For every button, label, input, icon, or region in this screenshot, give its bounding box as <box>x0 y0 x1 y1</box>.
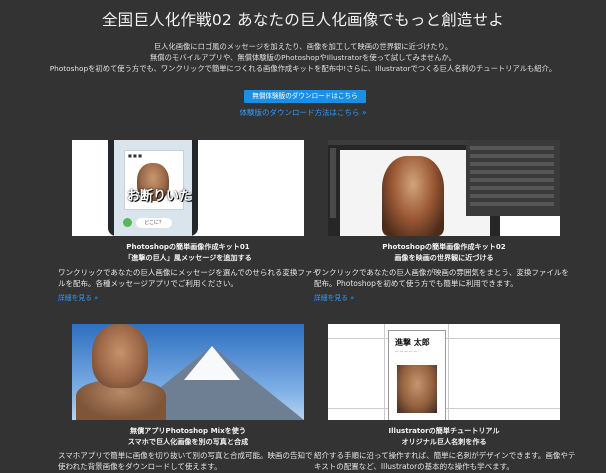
card-description: ワンクリックであなたの巨人画像が映画の雰囲気をまとう、変換ファイルを配布。Pho… <box>314 268 569 288</box>
stamp-text: お断りいた <box>127 189 193 204</box>
message-stamp: ■ ■ ■ お断りいた <box>124 150 192 210</box>
giant-face-image <box>397 365 437 413</box>
intro-line-1: 巨人化画像にロゴ風のメッセージを加えたり、画像を加工して映画の世界観に近づけたり… <box>153 42 453 51</box>
card-description: スマホアプリで簡単に画像を切り抜いて別の写真と合成可能。映画の告知で使われた背景… <box>58 451 313 471</box>
card-description: ワンクリックであなたの巨人画像にメッセージを選んでのせられる変換ファイルを配布。… <box>58 268 320 288</box>
business-card: 進撃 太郎 — — — — — <box>388 330 446 420</box>
page-title: 全国巨人化作戦02 あなたの巨人化画像でもっと創造せよ <box>101 11 505 29</box>
giant-face-image <box>92 324 148 388</box>
download-howto-link[interactable]: 体験版のダウンロード方法はこちら » <box>0 107 606 118</box>
card-title: Illustratorの簡単チュートリアル <box>388 426 500 435</box>
card-detail-link[interactable]: 詳細を見る » <box>58 292 98 302</box>
card-title: 無償アプリPhotoshop Mixを使う <box>130 426 246 435</box>
phone-illustration: ■ ■ ■ お断りいた どこに？ <box>108 140 198 236</box>
chat-bubble: どこに？ <box>136 218 172 228</box>
card-description: 紹介する手順に沿って操作すれば、簡単に名刺がデザインできます。画像やテキストの配… <box>314 451 576 471</box>
app-icon <box>123 218 132 227</box>
card-title: Photoshopの簡単画像作成キット01 <box>126 242 250 251</box>
card-subtitle: オリジナル巨人名刺を作る <box>401 437 487 446</box>
colossal-titan-image <box>382 156 444 236</box>
card-illustrator-tutorial-thumbnail[interactable]: 進撃 太郎 — — — — — <box>328 324 560 420</box>
intro-line-2: 無償のモバイルアプリや、無償体験版のPhotoshopやIllustratorを… <box>150 53 456 62</box>
intro-line-3: Photoshopを初めて使う方でも、ワンクリックで簡単につくれる画像作成キット… <box>49 64 557 73</box>
layers-panel <box>466 140 560 216</box>
card-detail-link[interactable]: 詳細を見る » <box>314 292 354 302</box>
card-movie-look-kit-thumbnail[interactable] <box>328 140 560 236</box>
card-subtitle: スマホで巨人化画像を別の写真と合成 <box>127 437 249 446</box>
card-title: Photoshopの簡単画像作成キット02 <box>382 242 506 251</box>
card-subtitle: 「進撃の巨人」風メッセージを追加する <box>124 253 252 262</box>
card-message-kit-thumbnail[interactable]: ■ ■ ■ お断りいた どこに？ <box>72 140 304 236</box>
card-photoshop-mix-thumbnail[interactable] <box>72 324 304 420</box>
tools-panel <box>330 148 336 218</box>
trial-download-button[interactable]: 無償体験版のダウンロードはこちら <box>244 90 366 103</box>
intro-text: 巨人化画像にロゴ風のメッセージを加えたり、画像を加工して映画の世界観に近づけたり… <box>0 41 606 74</box>
card-subtitle: 画像を映画の世界観に近づける <box>394 253 494 262</box>
business-card-name: 進撃 太郎 <box>395 338 430 347</box>
